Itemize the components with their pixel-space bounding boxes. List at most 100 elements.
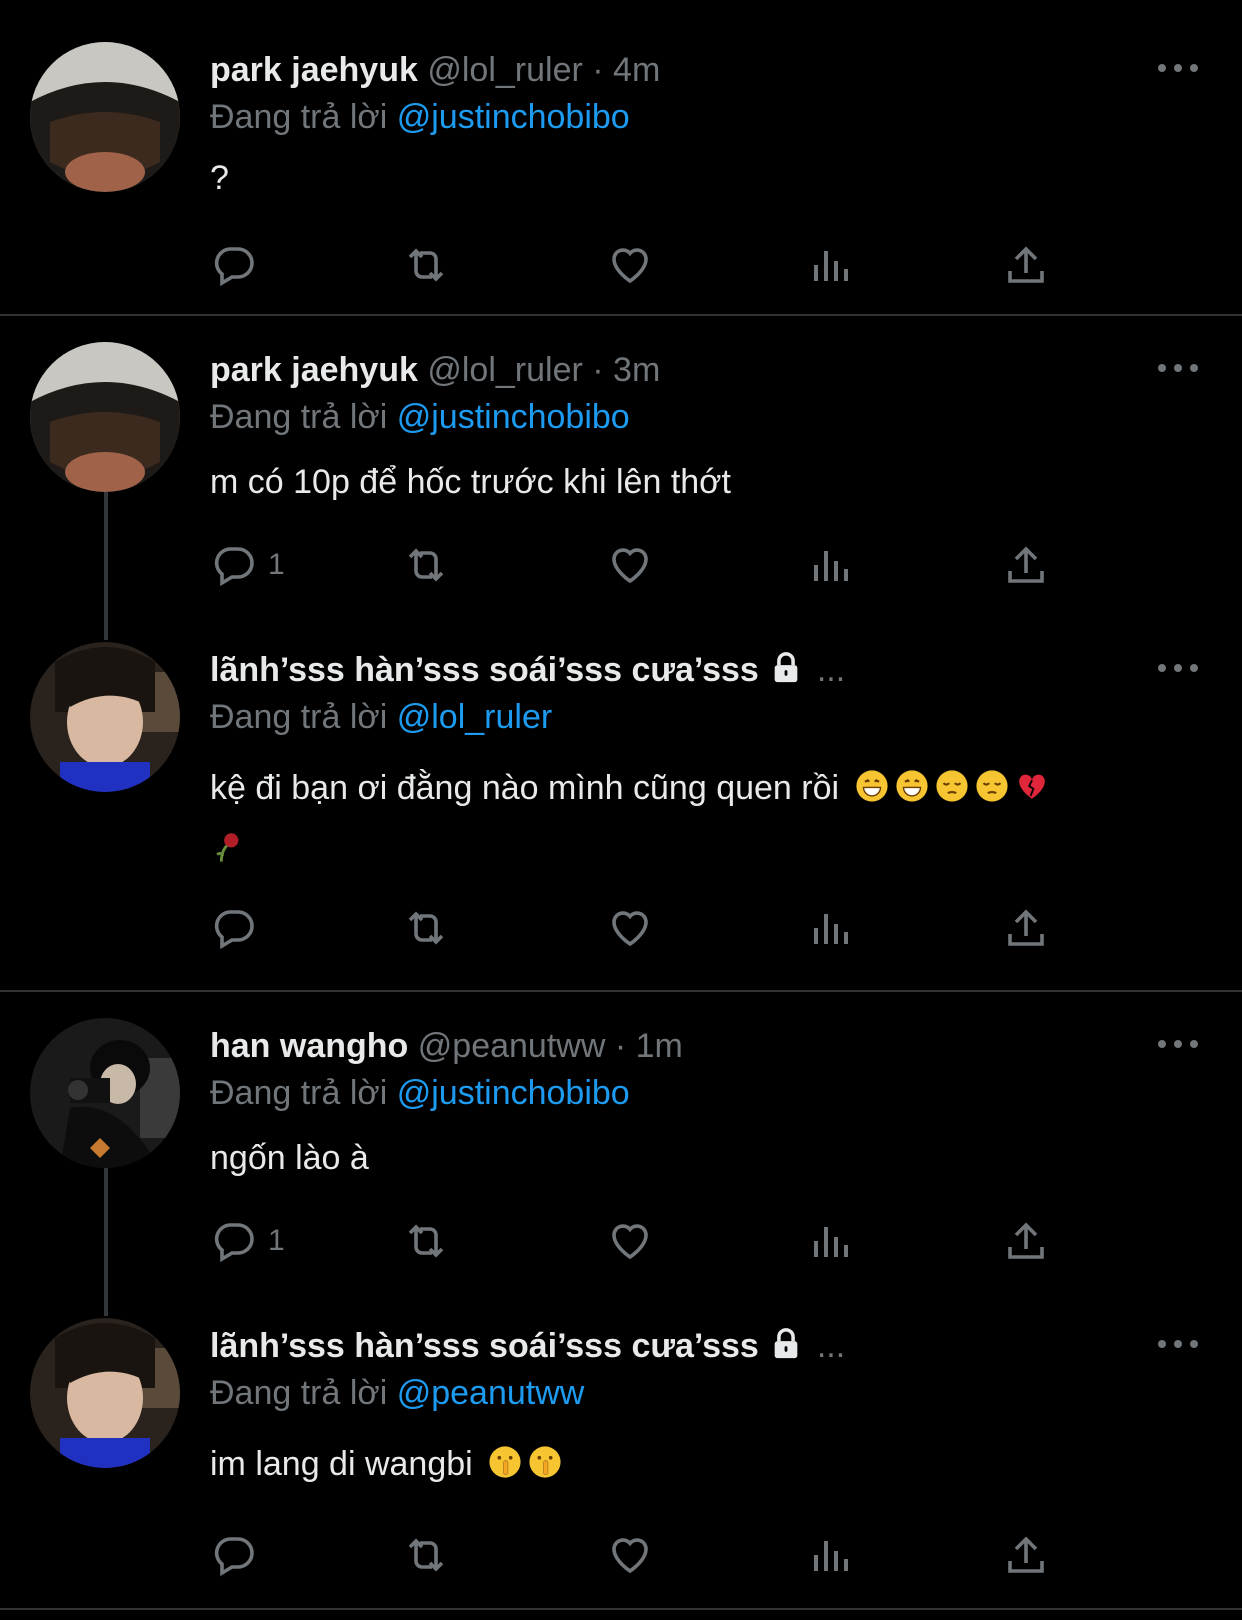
tweet-text: ngốn lào à — [210, 1139, 369, 1177]
share-button[interactable] — [1002, 540, 1050, 590]
reply-button[interactable] — [210, 903, 268, 953]
mention-link[interactable]: @lol_ruler — [397, 698, 552, 736]
mention-link[interactable]: @peanutww — [397, 1374, 585, 1412]
share-button[interactable] — [1002, 1216, 1050, 1266]
views-button[interactable] — [806, 540, 854, 590]
avatar[interactable] — [30, 342, 180, 492]
like-button[interactable] — [606, 1530, 654, 1580]
reply-context: Đang trả lời @justinchobibo — [210, 97, 630, 137]
retweet-icon — [408, 248, 444, 282]
display-name[interactable]: park jaehyuk — [210, 351, 418, 389]
tweet-text: im lang di wangbi — [210, 1434, 1170, 1494]
like-button[interactable] — [606, 1216, 654, 1266]
retweet-icon — [408, 1538, 444, 1572]
reply-icon — [214, 1223, 254, 1263]
handle[interactable]: @peanutww — [418, 1027, 606, 1065]
separator: · — [614, 1027, 627, 1065]
share-button[interactable] — [1002, 903, 1050, 953]
reply-icon — [214, 247, 254, 287]
like-icon — [612, 548, 648, 584]
avatar[interactable] — [30, 42, 180, 192]
tweet-text-content: kệ đi bạn ơi đằng nào mình cũng quen rồi — [210, 769, 840, 807]
tweet-header: park jaehyuk @lol_ruler · 4m — [210, 50, 660, 90]
like-button[interactable] — [606, 540, 654, 590]
separator: · — [592, 351, 604, 389]
reply-label: Đang trả lời — [210, 1074, 388, 1112]
retweet-button[interactable] — [402, 1216, 450, 1266]
wilted-flower-emoji — [216, 833, 239, 862]
views-icon — [814, 551, 848, 581]
more-icon[interactable] — [1158, 1038, 1198, 1050]
reply-button[interactable]: 1 — [210, 540, 285, 590]
reply-context: Đang trả lời @lol_ruler — [210, 697, 552, 737]
share-icon — [1008, 546, 1044, 583]
more-icon[interactable] — [1158, 1338, 1198, 1350]
handle[interactable]: @lol_ruler — [427, 351, 582, 389]
mention-link[interactable]: @justinchobibo — [397, 98, 630, 136]
reply-button[interactable] — [210, 240, 268, 290]
views-button[interactable] — [806, 903, 854, 953]
avatar[interactable] — [30, 642, 180, 792]
more-icon[interactable] — [1158, 662, 1198, 674]
reply-button[interactable] — [210, 1530, 268, 1580]
reply-context: Đang trả lời @justinchobibo — [210, 1073, 630, 1113]
reply-context: Đang trả lời @justinchobibo — [210, 397, 630, 437]
truncation-ellipsis: ... — [816, 651, 846, 689]
like-icon — [612, 911, 648, 947]
thread-line — [104, 1168, 108, 1316]
like-icon — [612, 1224, 648, 1260]
more-icon[interactable] — [1158, 362, 1198, 374]
display-name[interactable]: han wangho — [210, 1027, 408, 1065]
timestamp[interactable]: 3m — [613, 351, 660, 389]
mention-link[interactable]: @justinchobibo — [397, 1074, 630, 1112]
views-button[interactable] — [806, 240, 854, 290]
retweet-button[interactable] — [402, 240, 450, 290]
more-icon[interactable] — [1158, 62, 1198, 74]
pensive-face-emoji — [935, 770, 968, 802]
like-button[interactable] — [606, 240, 654, 290]
avatar[interactable] — [30, 1018, 180, 1168]
avatar-emo-boy-image — [30, 1318, 180, 1468]
tweet-text-content: im lang di wangbi — [210, 1445, 473, 1483]
views-icon — [814, 1541, 848, 1571]
handle[interactable]: @lol_ruler — [427, 51, 582, 89]
display-name[interactable]: lãnh’sss hàn’sss soái’sss cưa’sss — [210, 651, 759, 689]
avatar[interactable] — [30, 1318, 180, 1468]
pensive-face-emoji — [975, 770, 1008, 802]
lock-icon — [774, 652, 798, 683]
separator: · — [592, 51, 604, 89]
like-button[interactable] — [606, 903, 654, 953]
share-icon — [1008, 1536, 1044, 1573]
display-name[interactable]: park jaehyuk — [210, 51, 418, 89]
reply-button[interactable]: 1 — [210, 1216, 285, 1266]
reply-label: Đang trả lời — [210, 698, 388, 736]
share-button[interactable] — [1002, 1530, 1050, 1580]
retweet-button[interactable] — [402, 1530, 450, 1580]
avatar-emo-boy-image — [30, 642, 180, 792]
retweet-icon — [408, 548, 444, 582]
timestamp[interactable]: 1m — [636, 1027, 683, 1065]
mention-link[interactable]: @justinchobibo — [397, 398, 630, 436]
views-icon — [814, 251, 848, 281]
reply-count: 1 — [268, 548, 285, 581]
avatar-camera-boy-image — [30, 1018, 180, 1168]
tweet-text: kệ đi bạn ơi đằng nào mình cũng quen rồi — [210, 758, 1170, 878]
divider — [0, 1608, 1242, 1610]
share-button[interactable] — [1002, 240, 1050, 290]
like-icon — [612, 1538, 648, 1574]
retweet-button[interactable] — [402, 903, 450, 953]
reply-count: 1 — [268, 1224, 285, 1257]
lock-icon — [774, 1328, 798, 1359]
avatar-cap-boy-image — [30, 342, 180, 492]
views-icon — [814, 1227, 848, 1257]
display-name[interactable]: lãnh’sss hàn’sss soái’sss cưa’sss — [210, 1327, 759, 1365]
shushing-face-emoji — [529, 1446, 561, 1478]
like-icon — [612, 248, 648, 284]
timestamp[interactable]: 4m — [613, 51, 660, 89]
grinning-face-emoji — [855, 770, 888, 802]
thread-line — [104, 492, 108, 640]
retweet-button[interactable] — [402, 540, 450, 590]
tweet-header: park jaehyuk @lol_ruler · 3m — [210, 350, 660, 390]
views-button[interactable] — [806, 1216, 854, 1266]
views-button[interactable] — [806, 1530, 854, 1580]
